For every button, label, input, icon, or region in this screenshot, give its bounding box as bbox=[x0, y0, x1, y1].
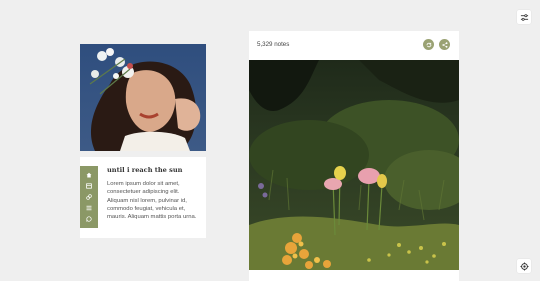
avatar-image bbox=[80, 44, 206, 151]
share-icon bbox=[441, 41, 447, 48]
sidebar-nav bbox=[80, 166, 98, 228]
blog-description: Lorem ipsum dolor sit amet, consectetuer… bbox=[107, 181, 197, 221]
theme-button[interactable] bbox=[517, 259, 531, 273]
message-icon[interactable] bbox=[86, 216, 92, 222]
theme-icon bbox=[519, 261, 529, 271]
filter-icon bbox=[520, 13, 528, 21]
post-photo bbox=[249, 60, 459, 270]
filter-button[interactable] bbox=[517, 10, 531, 24]
reblog-button[interactable] bbox=[423, 39, 434, 50]
blog-title: until i reach the sun bbox=[107, 166, 183, 174]
share-button[interactable] bbox=[439, 39, 450, 50]
link-icon[interactable] bbox=[86, 194, 92, 200]
home-icon[interactable] bbox=[86, 172, 92, 178]
blog-info-card: until i reach the sun Lorem ipsum dolor … bbox=[80, 157, 206, 238]
archive-icon[interactable] bbox=[86, 183, 92, 189]
list-icon[interactable] bbox=[86, 205, 92, 211]
post-card: 5,329 notes bbox=[249, 31, 459, 281]
notes-count[interactable]: 5,329 notes bbox=[257, 41, 289, 48]
reblog-icon bbox=[426, 42, 431, 47]
post-header: 5,329 notes bbox=[249, 31, 459, 59]
